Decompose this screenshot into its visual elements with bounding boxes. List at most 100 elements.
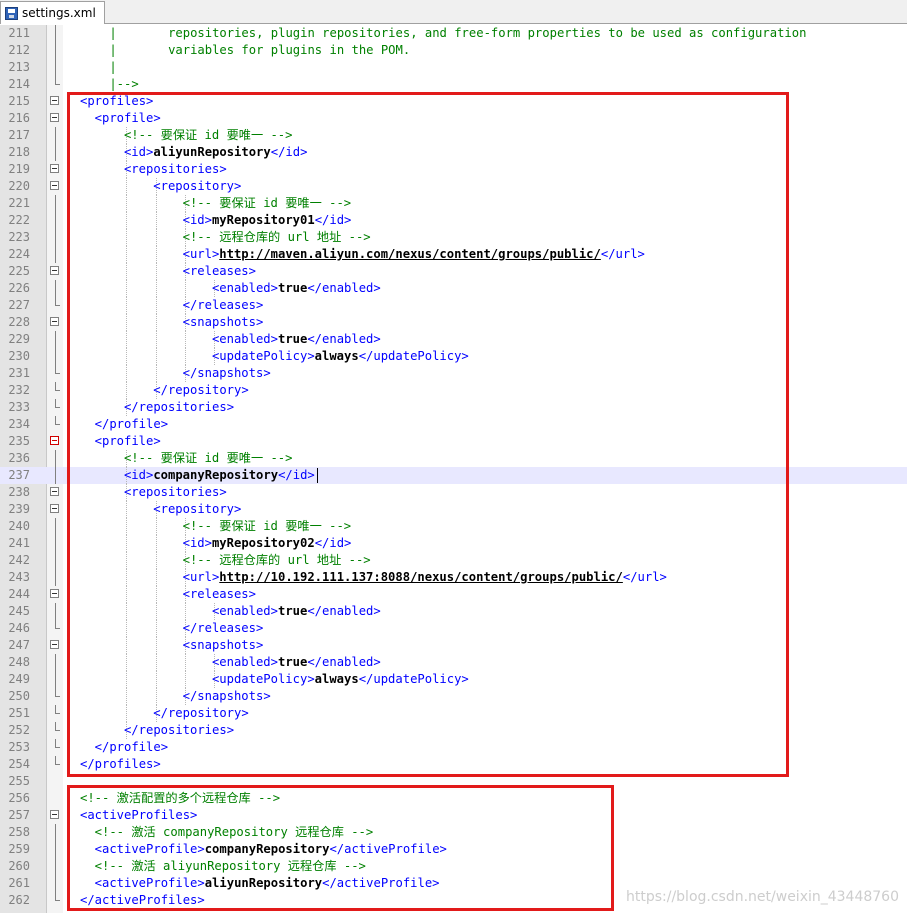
- fold-toggle-icon[interactable]: [50, 436, 59, 445]
- line-number: 238: [8, 485, 30, 499]
- code-editor[interactable]: 211 | repositories, plugin repositories,…: [0, 25, 907, 913]
- fold-line: [55, 59, 56, 76]
- line-number: 250: [8, 689, 30, 703]
- line-number: 244: [8, 587, 30, 601]
- comment-token: |: [80, 60, 117, 74]
- line-number: 225: [8, 264, 30, 278]
- fold-end-marker: [55, 297, 60, 306]
- comment-token: |: [80, 26, 169, 40]
- fold-toggle-icon[interactable]: [50, 164, 59, 173]
- fold-toggle-icon[interactable]: [50, 113, 59, 122]
- fold-toggle-icon[interactable]: [50, 317, 59, 326]
- line-number: 233: [8, 400, 30, 414]
- fold-end-marker: [55, 739, 60, 748]
- line-number: 230: [8, 349, 30, 363]
- line-number: 246: [8, 621, 30, 635]
- line-number: 245: [8, 604, 30, 618]
- line-number: 220: [8, 179, 30, 193]
- fold-line: [55, 875, 56, 892]
- line-number: 259: [8, 842, 30, 856]
- line-number: 258: [8, 825, 30, 839]
- line-number: 241: [8, 536, 30, 550]
- fold-toggle-icon[interactable]: [50, 810, 59, 819]
- fold-end-marker: [55, 892, 60, 901]
- line-number: 222: [8, 213, 30, 227]
- line-number: 248: [8, 655, 30, 669]
- tab-label: settings.xml: [22, 6, 96, 20]
- line-number: 223: [8, 230, 30, 244]
- code-line[interactable]: 211 | repositories, plugin repositories,…: [0, 25, 907, 42]
- code-line[interactable]: 212 | variables for plugins in the POM.: [0, 42, 907, 59]
- fold-end-marker: [55, 399, 60, 408]
- comment-token: repositories, plugin repositories, and f…: [168, 26, 807, 40]
- save-icon: [5, 6, 18, 20]
- fold-line: [55, 824, 56, 841]
- code-line[interactable]: 213 |: [0, 59, 907, 76]
- fold-line: [55, 518, 56, 535]
- line-number: 227: [8, 298, 30, 312]
- fold-line: [55, 144, 56, 161]
- fold-toggle-icon[interactable]: [50, 181, 59, 190]
- line-number: 215: [8, 94, 30, 108]
- comment-token: |-->: [80, 77, 139, 91]
- code-text: | variables for plugins in the POM.: [80, 42, 410, 59]
- line-number: 224: [8, 247, 30, 261]
- fold-toggle-icon[interactable]: [50, 266, 59, 275]
- fold-toggle-icon[interactable]: [50, 640, 59, 649]
- line-number: 242: [8, 553, 30, 567]
- line-number: 217: [8, 128, 30, 142]
- fold-toggle-icon[interactable]: [50, 487, 59, 496]
- fold-end-marker: [55, 620, 60, 629]
- line-number: 231: [8, 366, 30, 380]
- code-line[interactable]: 214 |-->: [0, 76, 907, 93]
- fold-line: [55, 42, 56, 59]
- profiles-highlight-box: [67, 92, 789, 777]
- active-profiles-highlight-box: [67, 785, 614, 911]
- fold-line: [55, 569, 56, 586]
- line-number: 232: [8, 383, 30, 397]
- line-number: 219: [8, 162, 30, 176]
- line-number: 229: [8, 332, 30, 346]
- fold-end-marker: [55, 756, 60, 765]
- watermark: https://blog.csdn.net/weixin_43448760: [625, 889, 899, 905]
- fold-line: [55, 603, 56, 620]
- fold-toggle-icon[interactable]: [50, 504, 59, 513]
- code-text: |-->: [80, 76, 139, 93]
- fold-line: [55, 552, 56, 569]
- fold-toggle-icon[interactable]: [50, 96, 59, 105]
- comment-token: |: [80, 43, 169, 57]
- tab-settings-xml[interactable]: settings.xml: [0, 1, 105, 24]
- line-number: 243: [8, 570, 30, 584]
- line-number: 226: [8, 281, 30, 295]
- code-text: |: [80, 59, 117, 76]
- line-number: 221: [8, 196, 30, 210]
- fold-line: [55, 280, 56, 297]
- fold-line: [55, 229, 56, 246]
- fold-end-marker: [55, 365, 60, 374]
- code-text: | repositories, plugin repositories, and…: [80, 25, 806, 42]
- line-number: 253: [8, 740, 30, 754]
- line-number: 256: [8, 791, 30, 805]
- line-number: 235: [8, 434, 30, 448]
- line-number: 255: [8, 774, 30, 788]
- fold-line: [55, 127, 56, 144]
- fold-line: [55, 535, 56, 552]
- line-number: 211: [8, 26, 30, 40]
- line-number: 252: [8, 723, 30, 737]
- line-number: 213: [8, 60, 30, 74]
- line-number: 239: [8, 502, 30, 516]
- line-number: 234: [8, 417, 30, 431]
- comment-token: variables for plugins in the POM.: [168, 43, 411, 57]
- fold-line: [55, 212, 56, 229]
- fold-line: [55, 331, 56, 348]
- line-number: 240: [8, 519, 30, 533]
- fold-line: [55, 25, 56, 42]
- tab-bar: settings.xml: [0, 0, 907, 24]
- line-number: 260: [8, 859, 30, 873]
- line-number: 251: [8, 706, 30, 720]
- fold-end-marker: [55, 705, 60, 714]
- fold-line: [55, 841, 56, 858]
- line-number: 236: [8, 451, 30, 465]
- line-number: 257: [8, 808, 30, 822]
- fold-toggle-icon[interactable]: [50, 589, 59, 598]
